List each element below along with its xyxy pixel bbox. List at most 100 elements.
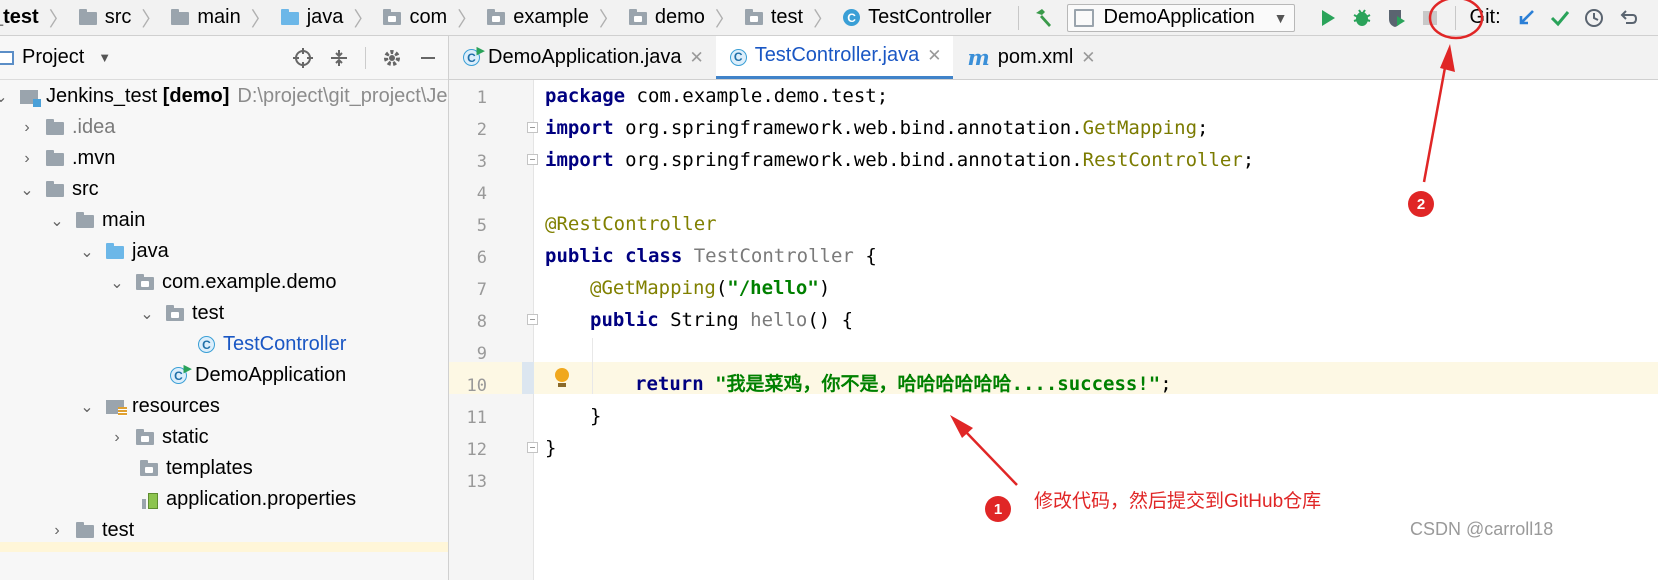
fold-marker-icon[interactable] — [527, 442, 538, 453]
debug-icon — [1353, 8, 1370, 26]
vcs-commit-icon — [1550, 10, 1569, 26]
folder-icon — [46, 150, 64, 166]
breadcrumb-separator-icon: 〉 — [250, 9, 271, 31]
package-icon — [136, 429, 154, 445]
breadcrumb-item-java[interactable]: java — [271, 0, 350, 35]
code-line-11[interactable]: } — [590, 400, 601, 432]
vcs-history-button[interactable] — [1577, 0, 1611, 35]
chevron-down-icon[interactable]: ⌄ — [110, 273, 124, 293]
tree-highlighted-row[interactable] — [0, 542, 448, 552]
vcs-update-button[interactable] — [1509, 0, 1543, 35]
tree-item-static[interactable]: › static — [110, 422, 208, 453]
breadcrumb-item-main[interactable]: main — [161, 0, 246, 35]
breadcrumb-item-testcontroller[interactable]: C TestController — [833, 0, 997, 35]
chevron-down-icon[interactable]: ⌄ — [50, 211, 64, 231]
properties-file-icon — [142, 491, 158, 509]
folder-icon — [46, 119, 64, 135]
tab-label: pom.xml — [997, 46, 1074, 68]
folder-icon — [171, 9, 190, 25]
code-line-6[interactable]: public class TestController { — [545, 240, 877, 272]
tree-item-label: DemoApplication — [195, 364, 347, 386]
line-number: 5 — [476, 216, 487, 236]
breadcrumb-item-test[interactable]: test — [735, 0, 809, 35]
tree-item-testcontroller[interactable]: C TestController — [198, 329, 346, 360]
tree-item-module-root[interactable]: ⌄ Jenkins_test [demo]D:\project\git_proj… — [0, 81, 448, 112]
chevron-down-icon[interactable]: ⌄ — [20, 180, 34, 200]
tree-item-label: src — [72, 178, 99, 200]
code-line-7[interactable]: @GetMapping("/hello") — [590, 272, 830, 304]
vcs-commit-button[interactable] — [1543, 0, 1577, 35]
git-label: Git: — [1469, 6, 1501, 28]
tree-item-label: templates — [166, 457, 253, 479]
tree-item-idea[interactable]: › .idea — [20, 112, 115, 143]
fold-marker-icon[interactable] — [527, 314, 538, 325]
run-button[interactable] — [1311, 0, 1345, 35]
code-line-5[interactable]: @RestController — [545, 208, 717, 240]
chevron-right-icon[interactable]: › — [50, 522, 64, 540]
tree-item-mvn[interactable]: › .mvn — [20, 143, 115, 174]
tree-item-application-properties[interactable]: application.properties — [142, 484, 356, 515]
breadcrumb-item-com[interactable]: com — [373, 0, 453, 35]
tree-item-java[interactable]: ⌄ java — [80, 236, 168, 267]
line-number: 2 — [476, 120, 487, 140]
tree-item-package-test[interactable]: ⌄ test — [140, 298, 224, 329]
close-icon[interactable]: ✕ — [689, 48, 703, 68]
code-line-10[interactable]: return "我是菜鸡，你不是，哈哈哈哈哈哈....success!"; — [635, 368, 1172, 400]
tab-demoapplication[interactable]: C ▶ DemoApplication.java ✕ — [449, 36, 716, 79]
line-number-gutter[interactable]: 1 2 3 4 5 6 7 8 9 10 11 12 13 — [449, 80, 538, 580]
breadcrumb-item-demo[interactable]: demo — [619, 0, 711, 35]
close-icon[interactable]: ✕ — [1081, 48, 1095, 68]
chevron-down-icon[interactable]: ⌄ — [140, 304, 154, 324]
chevron-right-icon[interactable]: › — [110, 429, 124, 447]
code-line-8[interactable]: public String hello() { — [590, 304, 853, 336]
build-button[interactable] — [1027, 0, 1061, 35]
chevron-down-icon[interactable]: ⌄ — [0, 87, 8, 107]
chevron-right-icon[interactable]: › — [20, 119, 34, 137]
project-panel-title[interactable]: Project — [22, 46, 84, 69]
chevron-down-icon[interactable]: ⌄ — [80, 397, 94, 417]
line-number: 3 — [476, 152, 487, 172]
fold-marker-icon[interactable] — [527, 154, 538, 165]
chevron-down-icon[interactable]: ▼ — [98, 50, 111, 65]
tab-pom-xml[interactable]: m pom.xml ✕ — [953, 36, 1107, 79]
tree-item-main[interactable]: ⌄ main — [50, 205, 145, 236]
minimize-icon[interactable] — [418, 48, 438, 68]
locate-crosshair-icon[interactable] — [293, 47, 313, 68]
tab-testcontroller[interactable]: C TestController.java ✕ — [715, 36, 954, 79]
module-folder-icon — [20, 89, 41, 107]
code-line-2[interactable]: import org.springframework.web.bind.anno… — [545, 112, 1208, 144]
chevron-right-icon[interactable]: › — [20, 150, 34, 168]
vcs-rollback-button[interactable] — [1611, 0, 1645, 35]
gear-icon[interactable] — [382, 48, 402, 68]
debug-button[interactable] — [1345, 0, 1379, 35]
source-folder-icon — [106, 243, 124, 259]
package-icon — [166, 305, 184, 321]
stop-button[interactable] — [1413, 0, 1447, 35]
lightbulb-icon[interactable] — [555, 368, 569, 387]
run-configuration-select[interactable]: DemoApplication ▼ — [1066, 3, 1295, 32]
line-number: 6 — [476, 248, 487, 268]
breadcrumb-separator-icon: 〉 — [48, 9, 69, 31]
code-line-3[interactable]: import org.springframework.web.bind.anno… — [545, 144, 1254, 176]
step-badge-2: 2 — [1408, 191, 1434, 217]
close-icon[interactable]: ✕ — [927, 46, 941, 66]
breadcrumb-item-module[interactable]: _test — [0, 0, 45, 35]
tree-item-demoapplication[interactable]: C ▶ DemoApplication — [170, 360, 346, 391]
coverage-button[interactable] — [1379, 0, 1413, 35]
chevron-down-icon[interactable]: ⌄ — [80, 242, 94, 262]
code-line-12[interactable]: } — [545, 432, 556, 464]
tree-item-src[interactable]: ⌄ src — [20, 174, 99, 205]
code-line-1[interactable]: package com.example.demo.test; — [545, 80, 888, 112]
breadcrumb-item-example[interactable]: example — [477, 0, 595, 35]
fold-marker-icon[interactable] — [527, 122, 538, 133]
line-number: 9 — [476, 344, 487, 364]
tree-item-package-demo[interactable]: ⌄ com.example.demo — [110, 267, 336, 298]
vcs-rollback-icon — [1620, 9, 1637, 24]
annotation-note: 修改代码，然后提交到GitHub仓库 — [1034, 491, 1322, 512]
breadcrumb-item-src[interactable]: src — [69, 0, 138, 35]
collapse-all-icon[interactable] — [329, 48, 349, 68]
project-panel-header: Project ▼ — [0, 36, 448, 80]
resources-folder-icon — [106, 399, 127, 416]
tree-item-resources[interactable]: ⌄ resources — [80, 391, 220, 422]
tree-item-templates[interactable]: templates — [140, 453, 253, 484]
